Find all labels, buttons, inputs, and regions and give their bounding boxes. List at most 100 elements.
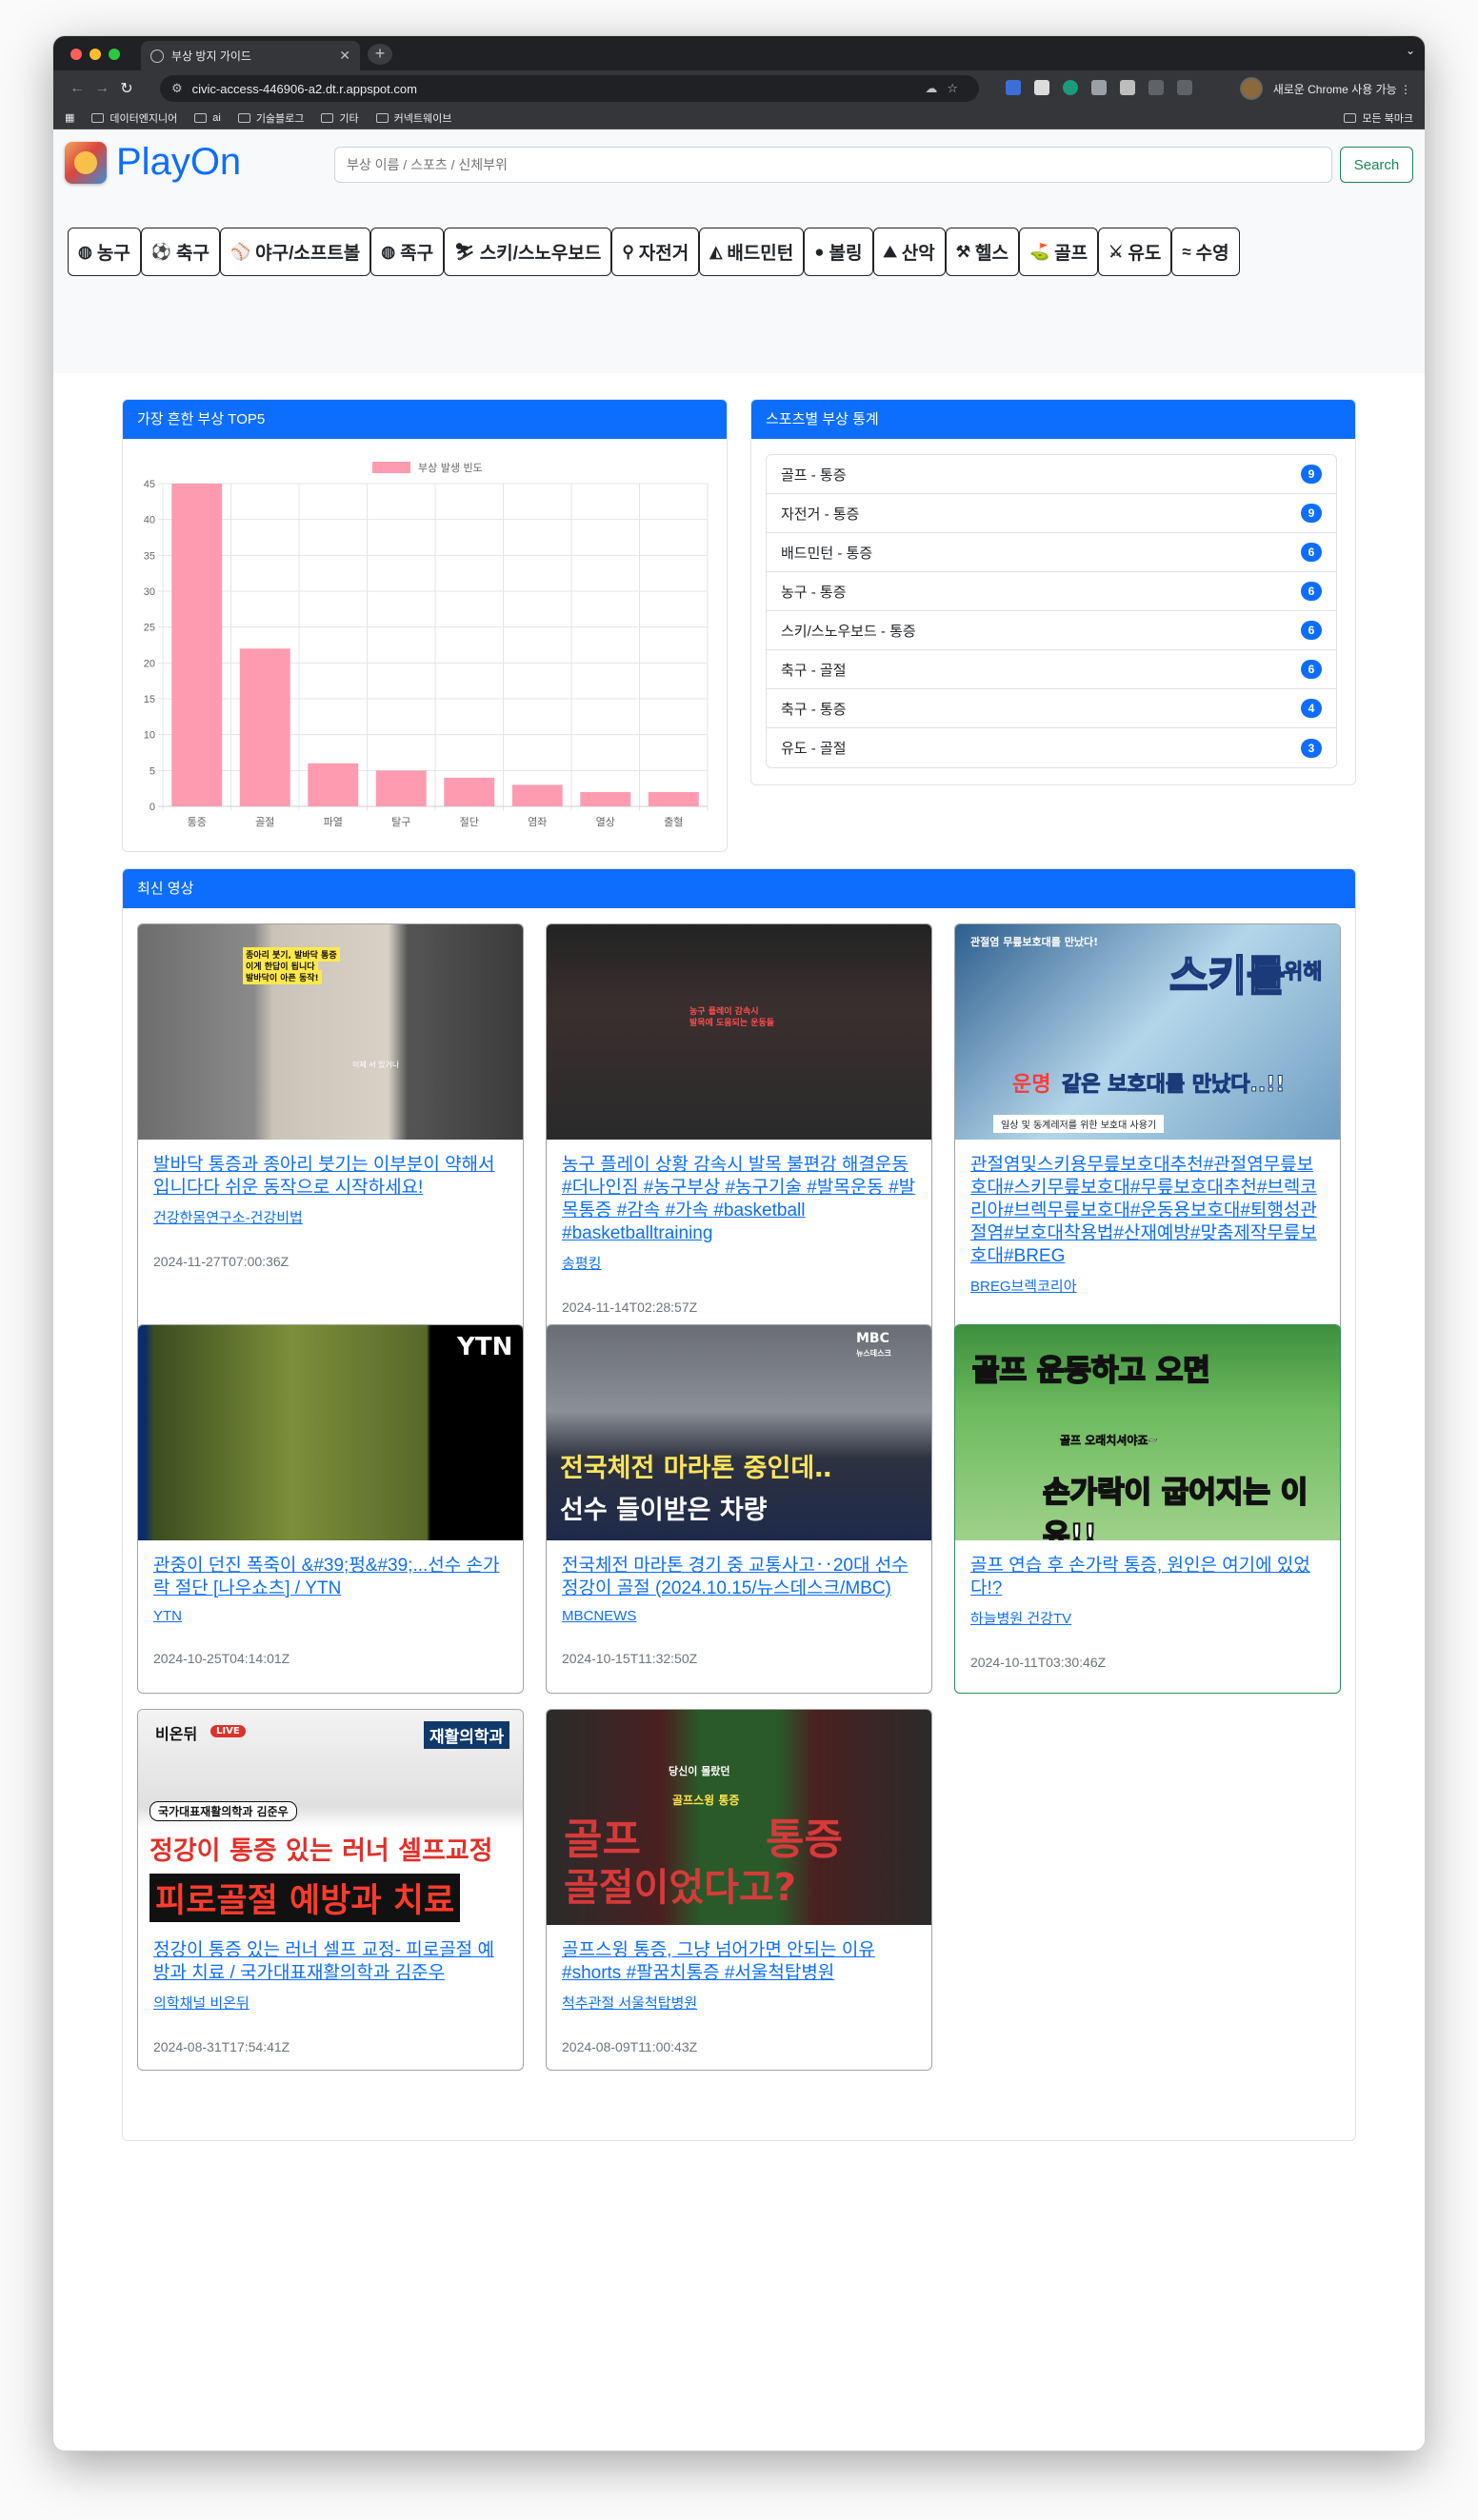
- x-tick-label: 출혈: [664, 815, 683, 828]
- browser-tab[interactable]: 부상 방지 가이드 ✕: [141, 41, 360, 70]
- video-thumbnail[interactable]: 골프 운동하고 오면 골프 오래치셔야죠~ 손가락이 굽어지는 이유!!: [955, 1325, 1340, 1540]
- folder-icon: [194, 112, 208, 123]
- video-title-link[interactable]: 골프 연습 후 손가락 통증, 원인은 여기에 있었다!?: [970, 1555, 1325, 1600]
- sport-label: 헬스: [975, 244, 1009, 264]
- bookmark-star-icon[interactable]: ☁☆: [925, 81, 968, 96]
- x-tick-label: 골절: [255, 816, 274, 828]
- thumbnail-caption: 재활의학과: [424, 1721, 510, 1749]
- forward-icon[interactable]: →: [90, 80, 114, 97]
- new-tab-button[interactable]: +: [368, 44, 392, 65]
- qr-extension-icon[interactable]: [1034, 80, 1049, 95]
- count-badge: 3: [1301, 738, 1322, 758]
- channel-link[interactable]: 송평킹: [562, 1253, 916, 1273]
- list-item: 골프 - 통증 9: [767, 455, 1336, 494]
- video-title-link[interactable]: 골프스윙 통증, 그냥 넘어가면 안되는 이유 #shorts #팔꿈치통증 #…: [562, 1939, 916, 1985]
- reload-icon[interactable]: ↻: [114, 79, 139, 98]
- channel-link[interactable]: 하늘병원 건강TV: [970, 1608, 1325, 1628]
- close-window-button[interactable]: [70, 49, 82, 60]
- chrome-update-label[interactable]: 새로운 Chrome 사용 가능 ⋮: [1273, 81, 1411, 97]
- stats-card: 스포츠별 부상 통계 골프 - 통증 9 자전거 - 통증 9 배드민턴 - 통증 6 농구…: [750, 399, 1356, 785]
- sport-button[interactable]: ◍ 농구: [68, 228, 141, 276]
- sport-button[interactable]: ⚲ 자전거: [611, 228, 700, 276]
- bookmark-folder[interactable]: 커넥트웨이브: [375, 110, 451, 126]
- video-thumbnail[interactable]: 종아리 붓기, 발바닥 통증 이게 한답이 됩니다 발바닥이 아픈 동작! 이제 서 …: [138, 924, 523, 1140]
- bookmark-folder[interactable]: 기타: [321, 110, 359, 126]
- sport-button[interactable]: ⚾ 야구/소프트볼: [219, 228, 371, 276]
- puzzle-icon[interactable]: [1148, 80, 1164, 95]
- channel-link[interactable]: 척추관절 서울척탑병원: [562, 1993, 916, 2013]
- video-thumbnail[interactable]: YTN: [138, 1325, 523, 1540]
- x-tick-label: 절단: [460, 816, 479, 828]
- back-icon[interactable]: ←: [65, 80, 90, 97]
- address-bar[interactable]: ⚙ civic-access-446906-a2.dt.r.appspot.co…: [160, 75, 979, 102]
- video-body: 정강이 통증 있는 러너 셀프 교정- 피로골절 예방과 치료 / 국가대표재활…: [138, 1925, 523, 2054]
- m-extension-icon[interactable]: [1063, 80, 1078, 95]
- channel-link[interactable]: 건강한몸연구소-건강비법: [153, 1207, 508, 1227]
- count-badge: 9: [1301, 465, 1322, 484]
- tab-search-icon[interactable]: ⌄: [1406, 44, 1415, 57]
- y-tick-label: 40: [144, 515, 155, 526]
- bookmark-folder[interactable]: 데이터엔지니어: [91, 110, 177, 126]
- thumbnail-caption: 골프 운동하고 오면: [971, 1353, 1211, 1389]
- video-thumbnail[interactable]: 비온뒤 LIVE 재활의학과 국가대표재활의학과 김준우 정강이 통증 있는 러너 셀프…: [138, 1710, 523, 1925]
- video-title-link[interactable]: 관중이 던진 폭죽이 &#39;펑&#39;...선수 손가락 절단 [나우쇼츠…: [153, 1555, 508, 1600]
- video-title-link[interactable]: 정강이 통증 있는 러너 셀프 교정- 피로골절 예방과 치료 / 국가대표재활…: [153, 1939, 508, 1985]
- channel-link[interactable]: MBCNEWS: [562, 1608, 916, 1624]
- sport-button[interactable]: ⚒ 헬스: [945, 228, 1019, 276]
- sport-button[interactable]: ● 볼링: [804, 228, 873, 276]
- reading-list-icon[interactable]: [1177, 80, 1192, 95]
- sport-button[interactable]: ◍ 족구: [370, 228, 445, 276]
- judo-icon: ⚔: [1108, 242, 1124, 261]
- apps-grid-icon[interactable]: ▦: [65, 111, 74, 124]
- close-tab-icon[interactable]: ✕: [339, 48, 350, 64]
- sport-button[interactable]: ⚔ 유도: [1098, 228, 1172, 276]
- chart-bar: [239, 648, 290, 806]
- folder-icon: [237, 112, 250, 123]
- all-bookmarks[interactable]: 모든 북마크: [1344, 110, 1413, 126]
- video-card: 종아리 붓기, 발바닥 통증 이게 한답이 됩니다 발바닥이 아픈 동작! 이제 서 …: [137, 923, 524, 1354]
- channel-link[interactable]: YTN: [153, 1608, 508, 1624]
- chart-bar: [375, 770, 427, 806]
- site-info-icon[interactable]: ⚙: [171, 81, 183, 96]
- logo[interactable]: PlayOn: [65, 141, 241, 184]
- video-body: 전국체전 마라톤 경기 중 교통사고‥20대 선수 정강이 골절 (2024.1…: [547, 1540, 931, 1666]
- sport-button[interactable]: ⛰ 산악: [872, 228, 946, 276]
- thumbnail-caption: 국가대표재활의학과 김준우: [150, 1801, 297, 1821]
- sport-button[interactable]: ≈ 수영: [1171, 228, 1240, 276]
- edit-extension-icon[interactable]: [1091, 80, 1107, 95]
- video-title-link[interactable]: 관절염및스키용무릎보호대추천#관절염무릎보호대#스키무릎보호대#무릎보호대추천#…: [970, 1154, 1325, 1268]
- video-date: 2024-10-15T11:32:50Z: [562, 1651, 698, 1666]
- video-thumbnail[interactable]: 관절염 무릎보호대를 만났다! 스키를 위해 운명 같은 보호대를 만났다..!! 일상 …: [955, 924, 1340, 1140]
- bookmark-folder[interactable]: 기술블로그: [237, 110, 304, 126]
- bookmark-folder[interactable]: ai: [194, 112, 221, 124]
- count-badge: 9: [1301, 504, 1322, 523]
- sport-button[interactable]: ⛷ 스키/스노우보드: [444, 228, 612, 276]
- thumbnail-caption: 골절이었다고?: [564, 1866, 797, 1910]
- sport-button[interactable]: ◭ 배드민턴: [699, 228, 805, 276]
- search-input[interactable]: [334, 147, 1332, 183]
- channel-link[interactable]: BREG브렉코리아: [970, 1276, 1325, 1296]
- video-thumbnail[interactable]: MBC 뉴스데스크 전국체전 마라톤 중인데‥ 선수 들이받은 차량: [547, 1325, 931, 1540]
- thumbnail-caption: 손가락이 굽어지는 이유!!: [1042, 1475, 1308, 1540]
- sport-button[interactable]: ⚽ 축구: [140, 228, 220, 276]
- y-tick-label: 10: [144, 730, 155, 742]
- search-button[interactable]: Search: [1340, 147, 1413, 183]
- video-body: 골프스윙 통증, 그냥 넘어가면 안되는 이유 #shorts #팔꿈치통증 #…: [547, 1925, 931, 2054]
- video-thumbnail[interactable]: 농구 플레이 감속시 발목에 도움되는 운동들: [547, 924, 931, 1140]
- video-title-link[interactable]: 농구 플레이 상황 감속시 발목 불편감 해결운동 #더나인짐 #농구부상 #농…: [562, 1154, 916, 1245]
- image-extension-icon[interactable]: [1120, 80, 1135, 95]
- video-thumbnail[interactable]: 당신이 몰랐던 골프 통증 골프스윙 통증 골절이었다고?: [547, 1710, 931, 1925]
- chart-bar: [308, 763, 359, 806]
- list-item: 유도 - 골절 3: [767, 728, 1336, 767]
- sport-button[interactable]: ⛳ 골프: [1018, 228, 1099, 276]
- translate-extension-icon[interactable]: [1006, 80, 1021, 95]
- browser-window: 부상 방지 가이드 ✕ + ⌄ ← → ↻ ⚙ civic-access-446…: [53, 36, 1425, 2451]
- video-title-link[interactable]: 발바닥 통증과 종아리 붓기는 이부분이 약해서 입니다다 쉬운 동작으로 시작…: [153, 1154, 508, 1200]
- minimize-window-button[interactable]: [90, 49, 101, 60]
- avatar[interactable]: [1240, 77, 1263, 100]
- maximize-window-button[interactable]: [109, 49, 120, 60]
- video-title-link[interactable]: 전국체전 마라톤 경기 중 교통사고‥20대 선수 정강이 골절 (2024.1…: [562, 1555, 916, 1600]
- y-tick-label: 15: [144, 694, 155, 705]
- sport-label: 축구: [175, 244, 210, 264]
- channel-link[interactable]: 의학채널 비온뒤: [153, 1993, 508, 2013]
